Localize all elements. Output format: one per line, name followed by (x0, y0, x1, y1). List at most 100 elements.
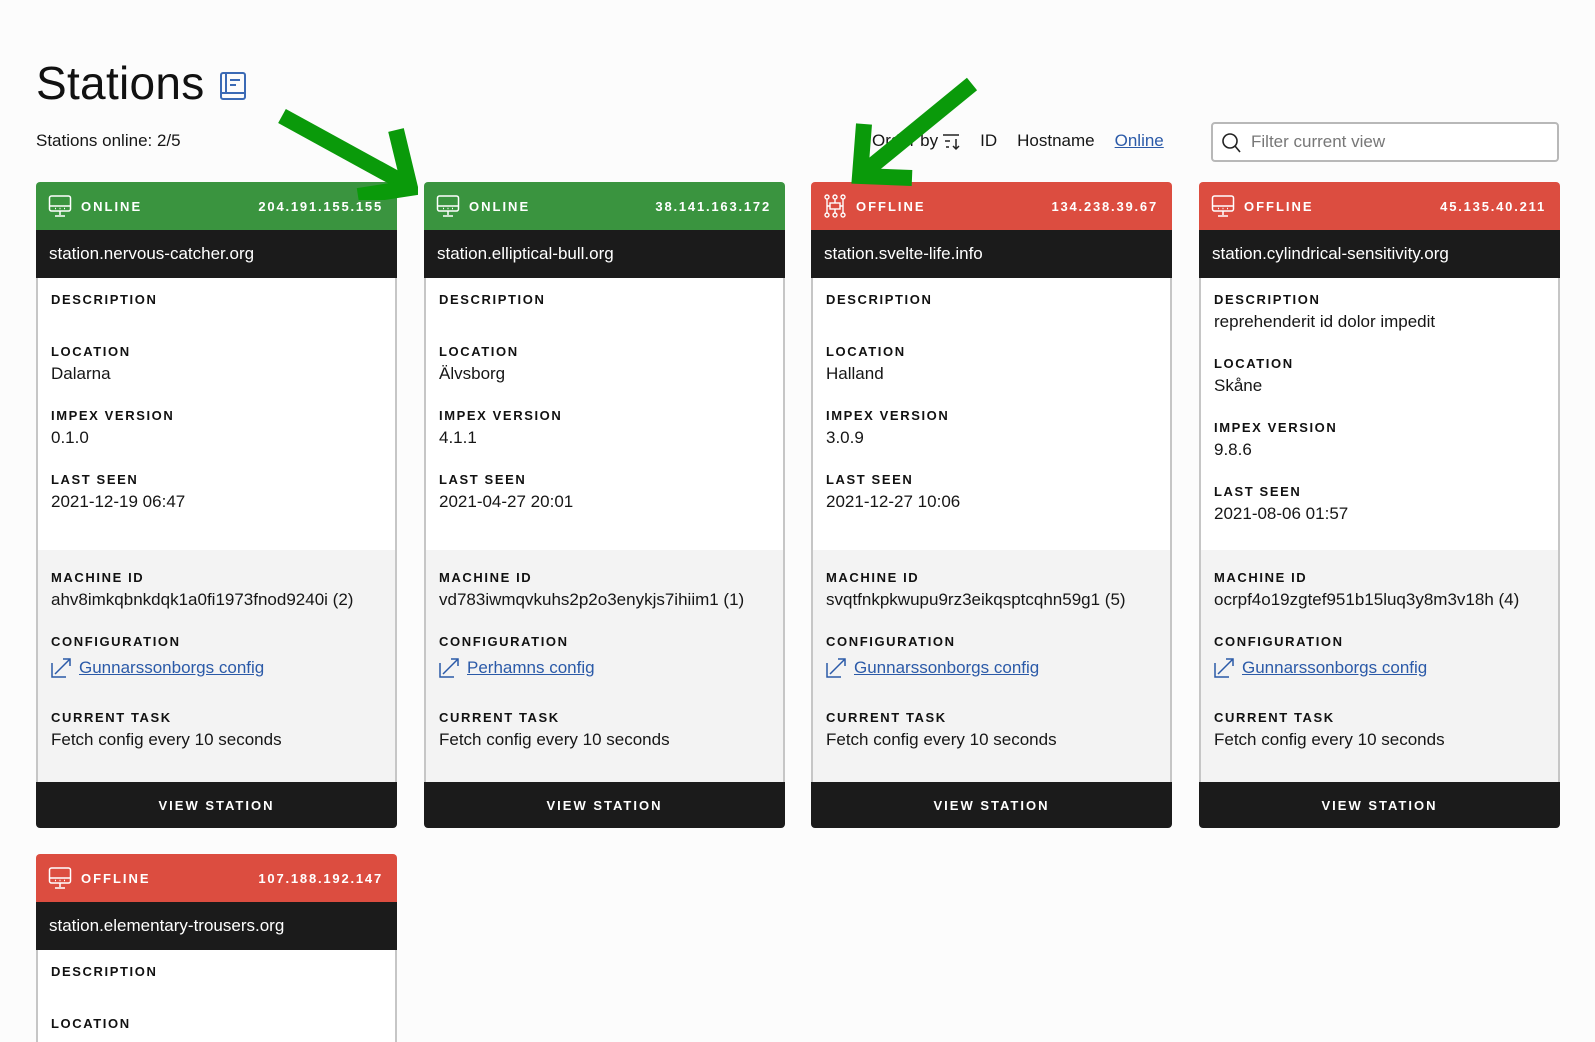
location-value (51, 1034, 382, 1042)
page-title: Stations (36, 57, 205, 109)
field-description: DESCRIPTION (51, 964, 382, 994)
configuration-label: CONFIGURATION (1214, 634, 1344, 649)
machine-id-value: vd783iwmqvkuhs2p2o3enykjs7ihiim1 (1) (439, 590, 745, 609)
field-description: DESCRIPTION (439, 292, 770, 322)
ip-address: 38.141.163.172 (655, 198, 771, 214)
order-by-label: Order by (872, 131, 939, 150)
machine-id-label: MACHINE ID (51, 570, 145, 585)
field-last-seen: LAST SEEN 2021-12-19 06:47 (51, 472, 382, 514)
machine-id-value: svqtfnkpkwupu9rz3eikqsptcqhn59g1 (5) (826, 590, 1126, 609)
external-link-icon (439, 658, 467, 678)
field-description: DESCRIPTION reprehenderit id dolor imped… (1214, 292, 1545, 334)
location-label: LOCATION (51, 344, 131, 359)
order-option-online[interactable]: Online (1115, 131, 1164, 151)
configuration-link[interactable]: Gunnarssonborgs config (51, 656, 382, 680)
desktop-icon (48, 194, 72, 218)
view-station-button[interactable]: VIEW STATION (1199, 782, 1560, 828)
impex-version-value: 9.8.6 (1214, 440, 1252, 459)
view-station-button[interactable]: VIEW STATION (424, 782, 785, 828)
station-card: ONLINE 204.191.155.155 station.nervous-c… (36, 182, 397, 828)
field-machine-id: MACHINE ID ahv8imkqbnkdqk1a0fi1973fnod92… (51, 570, 382, 612)
status-bar: OFFLINE 45.135.40.211 (1199, 182, 1560, 230)
field-location: LOCATION Halland (826, 344, 1157, 386)
last-seen-label: LAST SEEN (1214, 484, 1302, 499)
station-meta: MACHINE ID svqtfnkpkwupu9rz3eikqsptcqhn5… (813, 550, 1170, 782)
description-label: DESCRIPTION (51, 964, 158, 979)
status-bar: OFFLINE 107.188.192.147 (36, 854, 397, 902)
last-seen-value: 2021-08-06 01:57 (1214, 504, 1349, 523)
station-details: DESCRIPTION LOCATION Dalarna IMPEX VERSI… (38, 278, 395, 550)
description-value: reprehenderit id dolor impedit (1214, 312, 1436, 331)
field-configuration: CONFIGURATION Gunnarssonborgs config (1214, 634, 1545, 680)
location-value: Älvsborg (439, 364, 506, 383)
view-station-button[interactable]: VIEW STATION (36, 782, 397, 828)
book-icon[interactable] (219, 71, 247, 101)
page-header: Stations (36, 56, 247, 110)
configuration-link-text: Gunnarssonborgs config (1242, 658, 1428, 677)
sort-descending-icon[interactable] (942, 131, 962, 151)
machine-id-label: MACHINE ID (826, 570, 920, 585)
description-value (51, 310, 382, 322)
status-label: ONLINE (81, 198, 143, 214)
station-card: OFFLINE 107.188.192.147 station.elementa… (36, 854, 397, 1042)
field-last-seen: LAST SEEN 2021-08-06 01:57 (1214, 484, 1545, 526)
order-option-hostname[interactable]: Hostname (1017, 131, 1094, 151)
description-value (51, 982, 382, 994)
machine-id-label: MACHINE ID (1214, 570, 1308, 585)
configuration-link[interactable]: Perhamns config (439, 656, 770, 680)
field-location: LOCATION Dalarna (51, 344, 382, 386)
field-machine-id: MACHINE ID vd783iwmqvkuhs2p2o3enykjs7ihi… (439, 570, 770, 612)
card-body: DESCRIPTION reprehenderit id dolor imped… (1199, 278, 1560, 782)
location-value: Dalarna (51, 364, 111, 383)
current-task-value: Fetch config every 10 seconds (1214, 730, 1445, 749)
configuration-link[interactable]: Gunnarssonborgs config (1214, 656, 1545, 680)
configuration-label: CONFIGURATION (51, 634, 181, 649)
field-current-task: CURRENT TASK Fetch config every 10 secon… (1214, 710, 1545, 752)
current-task-label: CURRENT TASK (1214, 710, 1335, 725)
impex-version-label: IMPEX VERSION (51, 408, 175, 423)
current-task-label: CURRENT TASK (826, 710, 947, 725)
field-machine-id: MACHINE ID ocrpf4o19zgtef951b15luq3y8m3v… (1214, 570, 1545, 612)
status-bar: OFFLINE 134.238.39.67 (811, 182, 1172, 230)
view-station-button[interactable]: VIEW STATION (811, 782, 1172, 828)
order-option-id[interactable]: ID (980, 131, 997, 151)
field-configuration: CONFIGURATION Gunnarssonborgs config (51, 634, 382, 680)
location-label: LOCATION (1214, 356, 1294, 371)
ip-address: 107.188.192.147 (258, 870, 383, 886)
station-details: DESCRIPTION reprehenderit id dolor imped… (1201, 278, 1558, 550)
field-configuration: CONFIGURATION Perhamns config (439, 634, 770, 680)
ip-address: 134.238.39.67 (1051, 198, 1158, 214)
configuration-link[interactable]: Gunnarssonborgs config (826, 656, 1157, 680)
station-details: DESCRIPTION LOCATION Älvsborg IMPEX VERS… (426, 278, 783, 550)
machine-id-value: ocrpf4o19zgtef951b15luq3y8m3v18h (4) (1214, 590, 1520, 609)
card-body: DESCRIPTION LOCATION Dalarna IMPEX VERSI… (36, 278, 397, 782)
location-value: Halland (826, 364, 884, 383)
station-meta: MACHINE ID ahv8imkqbnkdqk1a0fi1973fnod92… (38, 550, 395, 782)
desktop-icon (1211, 194, 1235, 218)
last-seen-label: LAST SEEN (51, 472, 139, 487)
field-last-seen: LAST SEEN 2021-12-27 10:06 (826, 472, 1157, 514)
station-meta: MACHINE ID ocrpf4o19zgtef951b15luq3y8m3v… (1201, 550, 1558, 782)
desktop-icon (436, 194, 460, 218)
station-card: ONLINE 38.141.163.172 station.elliptical… (424, 182, 785, 828)
hostname: station.svelte-life.info (811, 230, 1172, 278)
status-label: ONLINE (469, 198, 531, 214)
field-impex-version: IMPEX VERSION 4.1.1 (439, 408, 770, 450)
filter-input[interactable] (1251, 132, 1557, 152)
current-task-label: CURRENT TASK (439, 710, 560, 725)
station-details: DESCRIPTION LOCATION (38, 950, 395, 1042)
ip-address: 45.135.40.211 (1440, 198, 1546, 214)
field-current-task: CURRENT TASK Fetch config every 10 secon… (51, 710, 382, 752)
last-seen-label: LAST SEEN (439, 472, 527, 487)
filter-field[interactable] (1211, 122, 1559, 162)
network-icon (823, 194, 847, 218)
external-link-icon (826, 658, 854, 678)
station-meta: MACHINE ID vd783iwmqvkuhs2p2o3enykjs7ihi… (426, 550, 783, 782)
machine-id-value: ahv8imkqbnkdqk1a0fi1973fnod9240i (2) (51, 590, 354, 609)
location-label: LOCATION (439, 344, 519, 359)
order-by-bar: Order by ID Hostname Online (872, 131, 1164, 151)
external-link-icon (51, 658, 79, 678)
field-machine-id: MACHINE ID svqtfnkpkwupu9rz3eikqsptcqhn5… (826, 570, 1157, 612)
desktop-icon (48, 866, 72, 890)
station-details: DESCRIPTION LOCATION Halland IMPEX VERSI… (813, 278, 1170, 550)
